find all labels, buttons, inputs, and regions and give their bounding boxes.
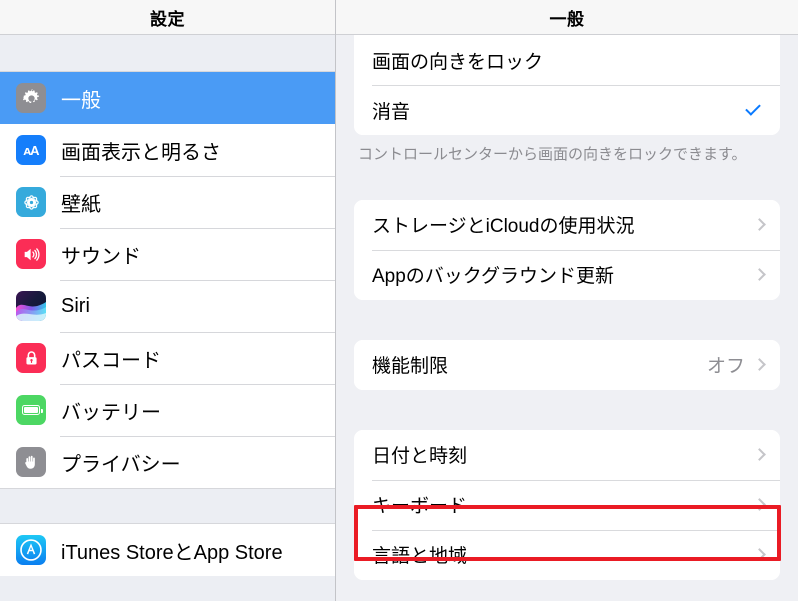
row-label: 言語と地域	[372, 546, 468, 568]
sidebar-item-label: iTunes StoreとApp Store	[61, 541, 283, 564]
sidebar-item-label: パスコード	[61, 349, 161, 372]
row-label: キーボード	[372, 496, 468, 518]
sidebar-item-sounds[interactable]: サウンド	[0, 228, 335, 280]
sidebar-top-gap	[0, 35, 335, 72]
sidebar-item-display-brightness[interactable]: ᴀA 画面表示と明るさ	[0, 124, 335, 176]
text-size-icon: ᴀA	[16, 135, 46, 165]
wallpaper-flower-icon	[16, 187, 46, 217]
content-header-title: 一般	[549, 9, 585, 29]
sidebar-item-label: 画面表示と明るさ	[61, 141, 221, 164]
sidebar-item-label: バッテリー	[61, 401, 161, 424]
row-storage-icloud-usage[interactable]: ストレージとiCloudの使用状況	[354, 199, 780, 250]
sidebar-item-label: サウンド	[61, 245, 141, 268]
lock-icon	[16, 343, 46, 373]
chevron-right-icon	[753, 448, 766, 462]
sidebar-item-label: 壁紙	[61, 193, 101, 216]
speaker-icon	[16, 239, 46, 269]
chevron-right-icon	[753, 268, 766, 282]
row-label: Appのバックグラウンド更新	[372, 266, 615, 288]
section-restrictions: 機能制限 オフ	[354, 339, 780, 390]
sidebar-header-title: 設定	[150, 9, 185, 29]
settings-scroll-area[interactable]: 画面の向きをロック 消音 コントロールセンターから画面の向きをロックできます。 …	[336, 35, 798, 580]
general-settings-panel: 一般 画面の向きをロック 消音 コントロールセンターから画面の向きをロックできま…	[336, 0, 798, 601]
sidebar-item-label: Siri	[61, 294, 90, 317]
row-lock-rotation[interactable]: 画面の向きをロック	[354, 35, 780, 85]
row-date-time[interactable]: 日付と時刻	[354, 429, 780, 480]
section-lock-footnote: コントロールセンターから画面の向きをロックできます。	[358, 146, 747, 163]
sidebar-item-general[interactable]: 一般	[0, 72, 335, 124]
sidebar-section-separator	[0, 488, 335, 524]
hand-icon	[16, 447, 46, 477]
checkmark-icon	[745, 100, 761, 116]
chevron-right-icon	[753, 358, 766, 372]
app-store-icon	[16, 535, 46, 565]
section-storage: ストレージとiCloudの使用状況 Appのバックグラウンド更新	[354, 199, 780, 300]
chevron-right-icon	[753, 548, 766, 562]
sidebar-group-main: 一般 ᴀA 画面表示と明るさ 壁紙 サウンド Siri パスコード バッテリー …	[0, 72, 335, 488]
row-keyboard[interactable]: キーボード	[354, 479, 780, 530]
row-label: 画面の向きをロック	[372, 51, 544, 73]
settings-sidebar: 設定 一般 ᴀA 画面表示と明るさ 壁紙 サウンド Siri パスコード バッテ…	[0, 0, 336, 601]
battery-glyph	[22, 405, 43, 415]
row-language-region[interactable]: 言語と地域	[354, 529, 780, 580]
gear-icon	[16, 83, 46, 113]
content-header: 一般	[336, 0, 798, 35]
sidebar-header: 設定	[0, 0, 335, 35]
section-datetime-keyboard-language: 日付と時刻 キーボード 言語と地域	[354, 429, 780, 580]
row-label: 機能制限	[372, 356, 449, 378]
text-size-glyph: ᴀA	[23, 142, 39, 158]
row-background-app-refresh[interactable]: Appのバックグラウンド更新	[354, 249, 780, 300]
sidebar-group-stores: iTunes StoreとApp Store	[0, 524, 335, 576]
row-label: ストレージとiCloudの使用状況	[372, 216, 635, 238]
sidebar-item-siri[interactable]: Siri	[0, 280, 335, 332]
chevron-right-icon	[753, 218, 766, 232]
sidebar-item-privacy[interactable]: プライバシー	[0, 436, 335, 488]
chevron-right-icon	[753, 498, 766, 512]
sidebar-item-label: 一般	[61, 89, 101, 112]
sidebar-item-wallpaper[interactable]: 壁紙	[0, 176, 335, 228]
sidebar-item-label: プライバシー	[61, 453, 181, 476]
row-mute[interactable]: 消音	[354, 85, 780, 135]
row-restrictions[interactable]: 機能制限 オフ	[354, 339, 780, 390]
row-value: オフ	[706, 356, 745, 378]
siri-waveform-icon	[16, 291, 46, 321]
section-lock-mute: 画面の向きをロック 消音	[354, 35, 780, 135]
row-label: 消音	[372, 101, 411, 123]
sidebar-item-battery[interactable]: バッテリー	[0, 384, 335, 436]
battery-icon	[16, 395, 46, 425]
row-label: 日付と時刻	[372, 446, 468, 468]
sidebar-item-passcode[interactable]: パスコード	[0, 332, 335, 384]
ios-settings-screen: 設定 一般 ᴀA 画面表示と明るさ 壁紙 サウンド Siri パスコード バッテ…	[0, 0, 799, 601]
sidebar-item-itunes-app-store[interactable]: iTunes StoreとApp Store	[0, 524, 335, 576]
